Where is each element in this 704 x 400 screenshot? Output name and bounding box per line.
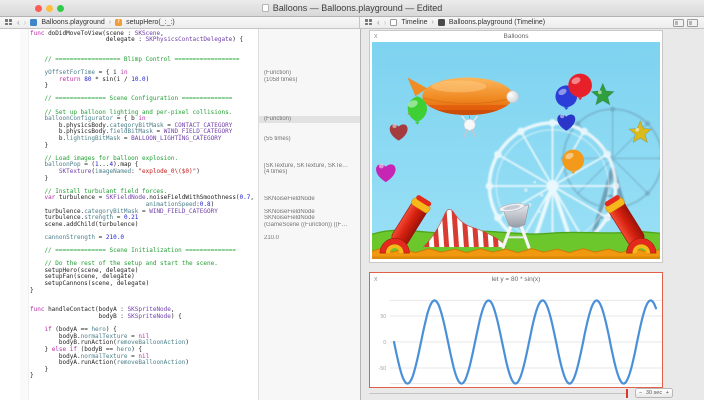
related-items-icon[interactable] <box>5 19 13 26</box>
graph-card: x let y = 80 * sin(x) 50 0 -50 <box>369 272 663 388</box>
title-bar: Balloons — Balloons.playground — Edited <box>0 0 704 17</box>
sine-plot: 50 0 -50 <box>370 286 662 387</box>
result-annotation[interactable]: (Function) <box>259 70 360 77</box>
decrease-time-button[interactable]: − <box>639 389 642 397</box>
result-annotation[interactable]: (GameScene ((Function)) ((F… <box>259 222 360 229</box>
time-window-label: 30 sec <box>646 389 662 397</box>
close-icon[interactable]: x <box>374 31 378 42</box>
source-editor: func doDidMoveToView(scene : SKScene, de… <box>0 29 360 400</box>
graph-title: let y = 80 * sin(x) <box>492 276 541 283</box>
jump-bar-assistant: ‹ › Timeline › Balloons.playground (Time… <box>360 17 704 28</box>
result-annotation[interactable]: (4 times) <box>259 169 360 176</box>
jump-bar: ‹ › Balloons.playground › f setupHero(_:… <box>0 17 704 29</box>
time-window-stepper[interactable]: − 30 sec + <box>635 388 673 398</box>
assistant-editor-button[interactable] <box>687 19 698 27</box>
scrubber-track[interactable] <box>369 393 627 395</box>
forward-chevron-icon[interactable]: › <box>384 18 387 28</box>
minimize-window-button[interactable] <box>46 5 53 12</box>
result-annotation[interactable]: SKNoiseFieldNode <box>259 215 360 222</box>
jump-bar-editor: ‹ › Balloons.playground › f setupHero(_:… <box>0 17 360 28</box>
breadcrumb-separator: › <box>109 19 111 26</box>
main-area: func doDidMoveToView(scene : SKScene, de… <box>0 29 704 400</box>
back-chevron-icon[interactable]: ‹ <box>377 18 380 28</box>
breadcrumb-file[interactable]: Balloons.playground <box>41 19 104 26</box>
result-annotation[interactable]: (Function) <box>259 116 360 123</box>
window-controls <box>35 5 64 12</box>
xcode-playground-window: Balloons — Balloons.playground — Edited … <box>0 0 704 400</box>
zoom-window-button[interactable] <box>57 5 64 12</box>
back-chevron-icon[interactable]: ‹ <box>17 18 20 28</box>
forward-chevron-icon[interactable]: › <box>24 18 27 28</box>
timeline-icon <box>390 19 397 26</box>
result-annotation[interactable]: (1058 times) <box>259 77 360 84</box>
breadcrumb-timeline-doc[interactable]: Balloons.playground (Timeline) <box>449 19 545 26</box>
function-icon: f <box>115 19 122 26</box>
breadcrumb-symbol[interactable]: setupHero(_:_:) <box>126 19 175 26</box>
document-proxy-icon[interactable] <box>262 4 269 12</box>
result-annotation[interactable]: SKNoiseFieldNode <box>259 196 360 203</box>
result-annotation[interactable]: SKNoiseFieldNode <box>259 209 360 216</box>
timeline-scrubber: − 30 sec + <box>369 388 696 399</box>
result-annotation[interactable]: 210.0 <box>259 235 360 242</box>
live-view-card: x Balloons <box>369 30 663 263</box>
y-tick-label: 0 <box>383 340 386 346</box>
standard-editor-button[interactable] <box>673 19 684 27</box>
result-annotation[interactable]: [SKTexture, SKTexture, SKTe… <box>259 163 360 170</box>
close-window-button[interactable] <box>35 5 42 12</box>
window-title: Balloons — Balloons.playground — Edited <box>273 3 443 13</box>
increase-time-button[interactable]: + <box>666 389 669 397</box>
close-icon[interactable]: x <box>374 273 378 286</box>
scrubber-playhead[interactable] <box>626 389 628 398</box>
timeline-pane: x Balloons <box>360 29 704 400</box>
breadcrumb-timeline[interactable]: Timeline <box>401 19 427 26</box>
results-sidebar: (Function)(1058 times)(Function)(55 time… <box>258 29 360 400</box>
y-tick-label: 50 <box>380 314 386 320</box>
editor-mode-buttons <box>673 19 698 27</box>
timeline-document-icon <box>438 19 445 26</box>
result-annotation[interactable]: (55 times) <box>259 136 360 143</box>
related-items-icon[interactable] <box>365 19 373 26</box>
balloons-scene-view <box>372 42 660 259</box>
y-tick-label: -50 <box>379 366 386 372</box>
scene-title: Balloons <box>504 33 529 40</box>
breadcrumb-separator: › <box>432 19 434 26</box>
playground-file-icon <box>30 19 37 26</box>
code-editor[interactable]: func doDidMoveToView(scene : SKScene, de… <box>0 29 258 400</box>
